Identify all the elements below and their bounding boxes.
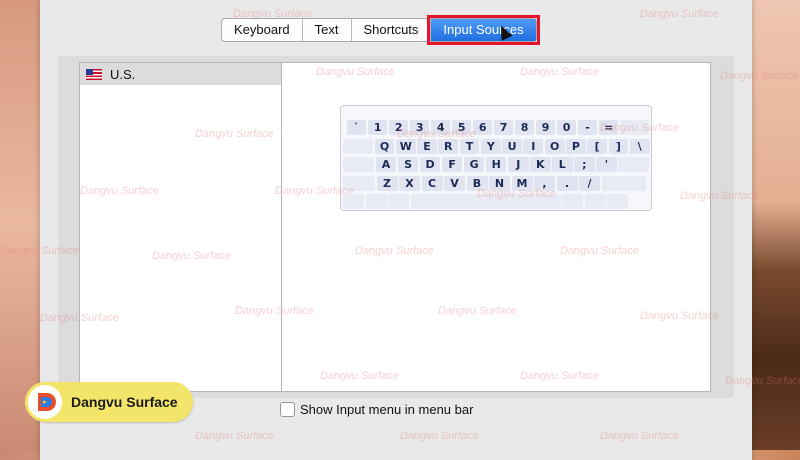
show-input-menu-option[interactable]: Show Input menu in menu bar: [280, 402, 473, 417]
keyboard-key: I: [523, 138, 544, 154]
keyboard-key: S: [397, 157, 419, 172]
keyboard-layout-preview: ` 1 2 3 4 5 6 7 8 9 0- = Q W E R T Y U I O P[] \ A S D F G H J K L; ' …: [340, 105, 652, 211]
blank-key: [619, 120, 650, 135]
keyboard-key: ]: [608, 138, 629, 154]
list-item-label: U.S.: [110, 66, 136, 82]
keyboard-key: .: [556, 175, 578, 191]
keyboard-key: D: [419, 157, 441, 172]
keyboard-key: T: [459, 138, 480, 154]
keyboard-key: 2: [388, 120, 409, 135]
keyboard-key: G: [463, 157, 485, 172]
blank-key: [343, 157, 375, 172]
keyboard-key: 4: [430, 120, 451, 135]
show-input-menu-label: Show Input menu in menu bar: [300, 402, 474, 417]
keyboard-key: N: [489, 175, 510, 191]
keyboard-key: Z: [376, 175, 398, 191]
keyboard-key: 5: [451, 120, 472, 135]
blank-key: [365, 194, 387, 209]
keyboard-row-2: Q W E R T Y U I O P[] \: [341, 138, 651, 156]
blank-key: [607, 194, 628, 209]
tab-text[interactable]: Text: [303, 19, 352, 41]
keyboard-key: 9: [535, 120, 556, 135]
desktop-wallpaper-right: [752, 0, 800, 450]
keyboard-key: M: [511, 175, 533, 191]
keyboard-key: W: [395, 138, 416, 154]
keyboard-key: Q: [374, 138, 395, 154]
keyboard-key: O: [544, 138, 565, 154]
tab-bar: Keyboard Text Shortcuts Input Sources: [221, 15, 540, 45]
keyboard-key: V: [444, 175, 465, 191]
keyboard-key: E: [417, 138, 437, 154]
keyboard-key: /: [579, 175, 600, 191]
keyboard-row-1: ` 1 2 3 4 5 6 7 8 9 0- =: [341, 120, 651, 137]
keyboard-key: Y: [480, 138, 501, 154]
keyboard-key: ,: [534, 175, 555, 191]
blank-key: [584, 194, 606, 209]
keyboard-key: 0: [556, 120, 577, 135]
keyboard-key: `: [347, 120, 367, 135]
keyboard-key: A: [375, 157, 397, 172]
us-flag-icon: [86, 68, 102, 80]
blank-key: [388, 194, 409, 209]
keyboard-row-3: A S D F G H J K L; ': [341, 157, 651, 174]
list-item-us[interactable]: U.S.: [80, 63, 281, 85]
keyboard-key: 3: [409, 120, 430, 135]
keyboard-key: B: [466, 175, 488, 191]
blank-key: [618, 157, 650, 172]
tab-keyboard[interactable]: Keyboard: [222, 19, 303, 41]
keyboard-key: C: [421, 175, 443, 191]
keyboard-row-5: [341, 194, 651, 211]
desktop-wallpaper-left: [0, 0, 40, 450]
keyboard-key: X: [399, 175, 420, 191]
keyboard-key: ;: [574, 157, 595, 172]
keyboard-key: \: [629, 138, 650, 154]
keyboard-key: U: [502, 138, 522, 154]
keyboard-key: F: [441, 157, 463, 172]
keyboard-key: P: [566, 138, 586, 154]
channel-badge: Dangvu Surface: [25, 382, 193, 422]
keyboard-key: J: [507, 157, 529, 172]
input-sources-list[interactable]: U.S.: [79, 62, 282, 392]
keyboard-row-4: Z X C V B N M,. /: [341, 175, 651, 193]
keyboard-key: [: [587, 138, 608, 154]
keyboard-key: H: [485, 157, 507, 172]
space-bar-key: [410, 194, 561, 209]
channel-logo-icon: [25, 382, 65, 422]
blank-key: [343, 194, 364, 209]
tab-shortcuts[interactable]: Shortcuts: [352, 19, 432, 41]
keyboard-key: K: [530, 157, 551, 172]
keyboard-key: 7: [493, 120, 514, 135]
keyboard-key: 6: [472, 120, 493, 135]
keyboard-key: -: [577, 120, 598, 135]
keyboard-key: 1: [367, 120, 388, 135]
blank-key: [343, 175, 375, 191]
blank-key: [601, 175, 646, 191]
keyboard-key: ': [596, 157, 617, 172]
show-input-menu-checkbox[interactable]: [280, 402, 295, 417]
keyboard-key: L: [552, 157, 573, 172]
blank-key: [562, 194, 583, 209]
blank-key: [343, 138, 374, 154]
tab-input-sources[interactable]: Input Sources: [427, 15, 540, 45]
keyboard-key: =: [598, 120, 619, 135]
keyboard-key: R: [438, 138, 459, 154]
keyboard-key: 8: [514, 120, 535, 135]
channel-name: Dangvu Surface: [71, 394, 178, 410]
